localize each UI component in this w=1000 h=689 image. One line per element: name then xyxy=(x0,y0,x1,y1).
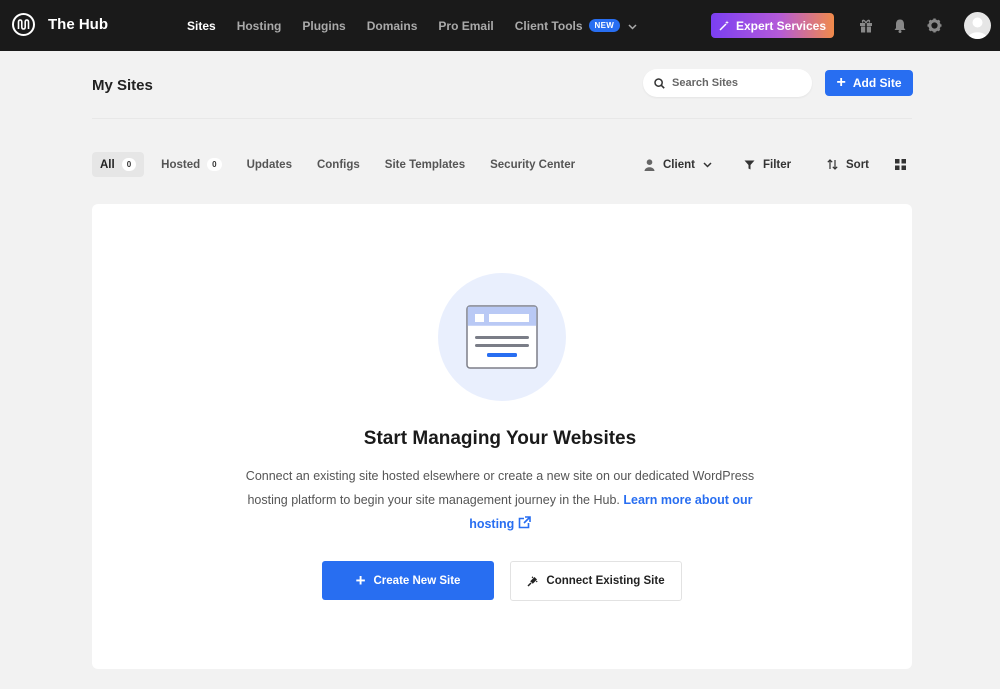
header-divider xyxy=(92,118,912,119)
nav-hosting[interactable]: Hosting xyxy=(237,19,282,33)
wand-icon xyxy=(719,20,729,31)
connect-existing-site-button[interactable]: Connect Existing Site xyxy=(510,561,682,601)
create-new-site-button[interactable]: + Create New Site xyxy=(322,561,494,600)
search-icon xyxy=(654,77,665,89)
tab-label: All xyxy=(100,158,115,171)
nav-pro-email[interactable]: Pro Email xyxy=(438,19,493,33)
tab-security-center[interactable]: Security Center xyxy=(482,152,583,177)
count-badge: 0 xyxy=(121,158,137,171)
grid-view-button[interactable] xyxy=(895,152,914,177)
brand-name: The Hub xyxy=(48,16,108,33)
nav-client-tools[interactable]: Client Tools NEW xyxy=(515,19,637,33)
top-navigation-bar: The Hub Sites Hosting Plugins Domains Pr… xyxy=(0,0,1000,51)
search-box[interactable] xyxy=(643,69,812,97)
create-new-site-label: Create New Site xyxy=(373,574,461,587)
bell-icon[interactable] xyxy=(892,17,908,33)
filter-icon xyxy=(744,160,755,169)
empty-state-title: Start Managing Your Websites xyxy=(363,428,637,449)
chevron-down-icon xyxy=(628,19,637,33)
chevron-down-icon xyxy=(703,159,720,171)
tab-hosted[interactable]: Hosted 0 xyxy=(153,152,229,177)
sort-icon xyxy=(827,159,838,170)
page-title: My Sites xyxy=(92,77,153,94)
brand[interactable]: The Hub xyxy=(12,13,108,36)
sort-label: Sort xyxy=(846,158,869,171)
empty-state-description: Connect an existing site hosted elsewher… xyxy=(240,464,760,536)
site-tabs: All 0 Hosted 0 Updates Configs Site Temp… xyxy=(92,152,592,177)
grid-view-icon xyxy=(895,159,906,170)
tab-label: Hosted xyxy=(161,158,201,171)
plug-icon xyxy=(527,575,539,587)
connect-existing-site-label: Connect Existing Site xyxy=(546,575,665,587)
gear-icon[interactable] xyxy=(926,17,942,33)
avatar[interactable] xyxy=(964,12,991,39)
add-site-label: Add Site xyxy=(852,76,902,90)
plus-icon: + xyxy=(355,571,366,590)
expert-services-button[interactable]: Expert Services xyxy=(711,13,834,38)
filter-label: Filter xyxy=(763,158,792,171)
plus-icon: + xyxy=(836,74,846,91)
external-link-icon xyxy=(518,516,531,529)
count-badge: 0 xyxy=(207,158,222,171)
nav-sites[interactable]: Sites xyxy=(187,19,216,33)
tab-site-templates[interactable]: Site Templates xyxy=(377,152,473,177)
add-site-button[interactable]: + Add Site xyxy=(825,70,913,96)
new-badge: NEW xyxy=(588,19,621,32)
client-dropdown[interactable]: Client xyxy=(644,152,720,177)
sort-button[interactable]: Sort xyxy=(827,152,869,177)
browser-window-illustration xyxy=(438,273,566,401)
client-label: Client xyxy=(663,158,695,171)
tab-configs[interactable]: Configs xyxy=(309,152,368,177)
hub-logo-icon xyxy=(12,13,35,36)
nav-client-tools-label: Client Tools xyxy=(514,18,583,33)
tab-all[interactable]: All 0 xyxy=(92,152,145,177)
expert-services-label: Expert Services xyxy=(735,18,827,33)
main-nav: Sites Hosting Plugins Domains Pro Email … xyxy=(187,0,658,51)
person-icon xyxy=(644,158,655,171)
tab-updates[interactable]: Updates xyxy=(239,152,300,177)
nav-domains[interactable]: Domains xyxy=(367,19,418,33)
filter-button[interactable]: Filter xyxy=(744,152,791,177)
gift-icon[interactable] xyxy=(858,17,874,33)
search-input[interactable] xyxy=(672,77,802,89)
nav-plugins[interactable]: Plugins xyxy=(302,19,345,33)
